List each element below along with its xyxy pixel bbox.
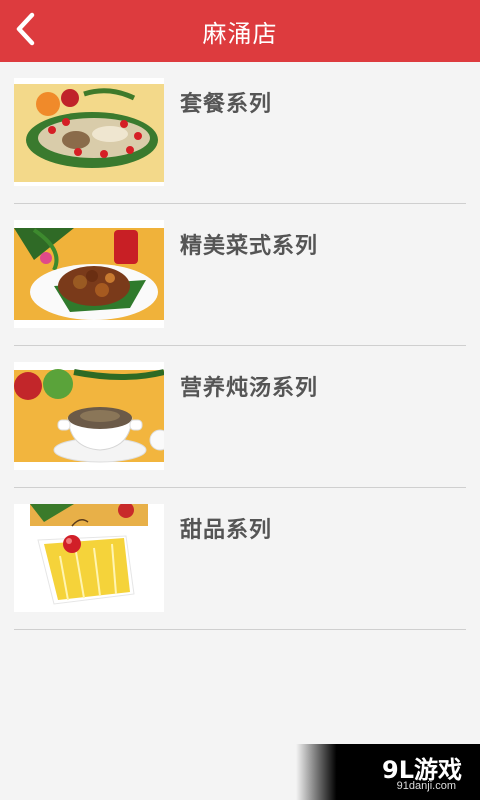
page-title: 麻涌店: [202, 19, 278, 48]
back-button[interactable]: [14, 12, 54, 50]
dessert-thumbnail: [14, 504, 164, 612]
category-label: 套餐系列: [180, 92, 273, 117]
category-label: 营养炖汤系列: [180, 376, 319, 401]
soup-thumbnail: [14, 362, 164, 470]
category-item-desserts[interactable]: 甜品系列: [14, 488, 466, 630]
app-header: 麻涌店: [0, 0, 480, 62]
menu-category-list: 套餐系列 精美菜式系列 营养炖汤系列 甜品系列: [14, 62, 466, 630]
signature-dish-thumbnail: [14, 220, 164, 328]
category-item-nutritious-soups[interactable]: 营养炖汤系列: [14, 346, 466, 488]
category-item-set-meals[interactable]: 套餐系列: [14, 62, 466, 204]
category-item-signature-dishes[interactable]: 精美菜式系列: [14, 204, 466, 346]
watermark-site: 91danji.com: [396, 780, 456, 792]
site-watermark: 9L游戏 91danji.com: [296, 744, 480, 800]
set-meal-thumbnail: [14, 78, 164, 186]
chevron-left-icon: [14, 12, 36, 50]
category-label: 甜品系列: [180, 518, 273, 543]
category-label: 精美菜式系列: [180, 234, 319, 259]
